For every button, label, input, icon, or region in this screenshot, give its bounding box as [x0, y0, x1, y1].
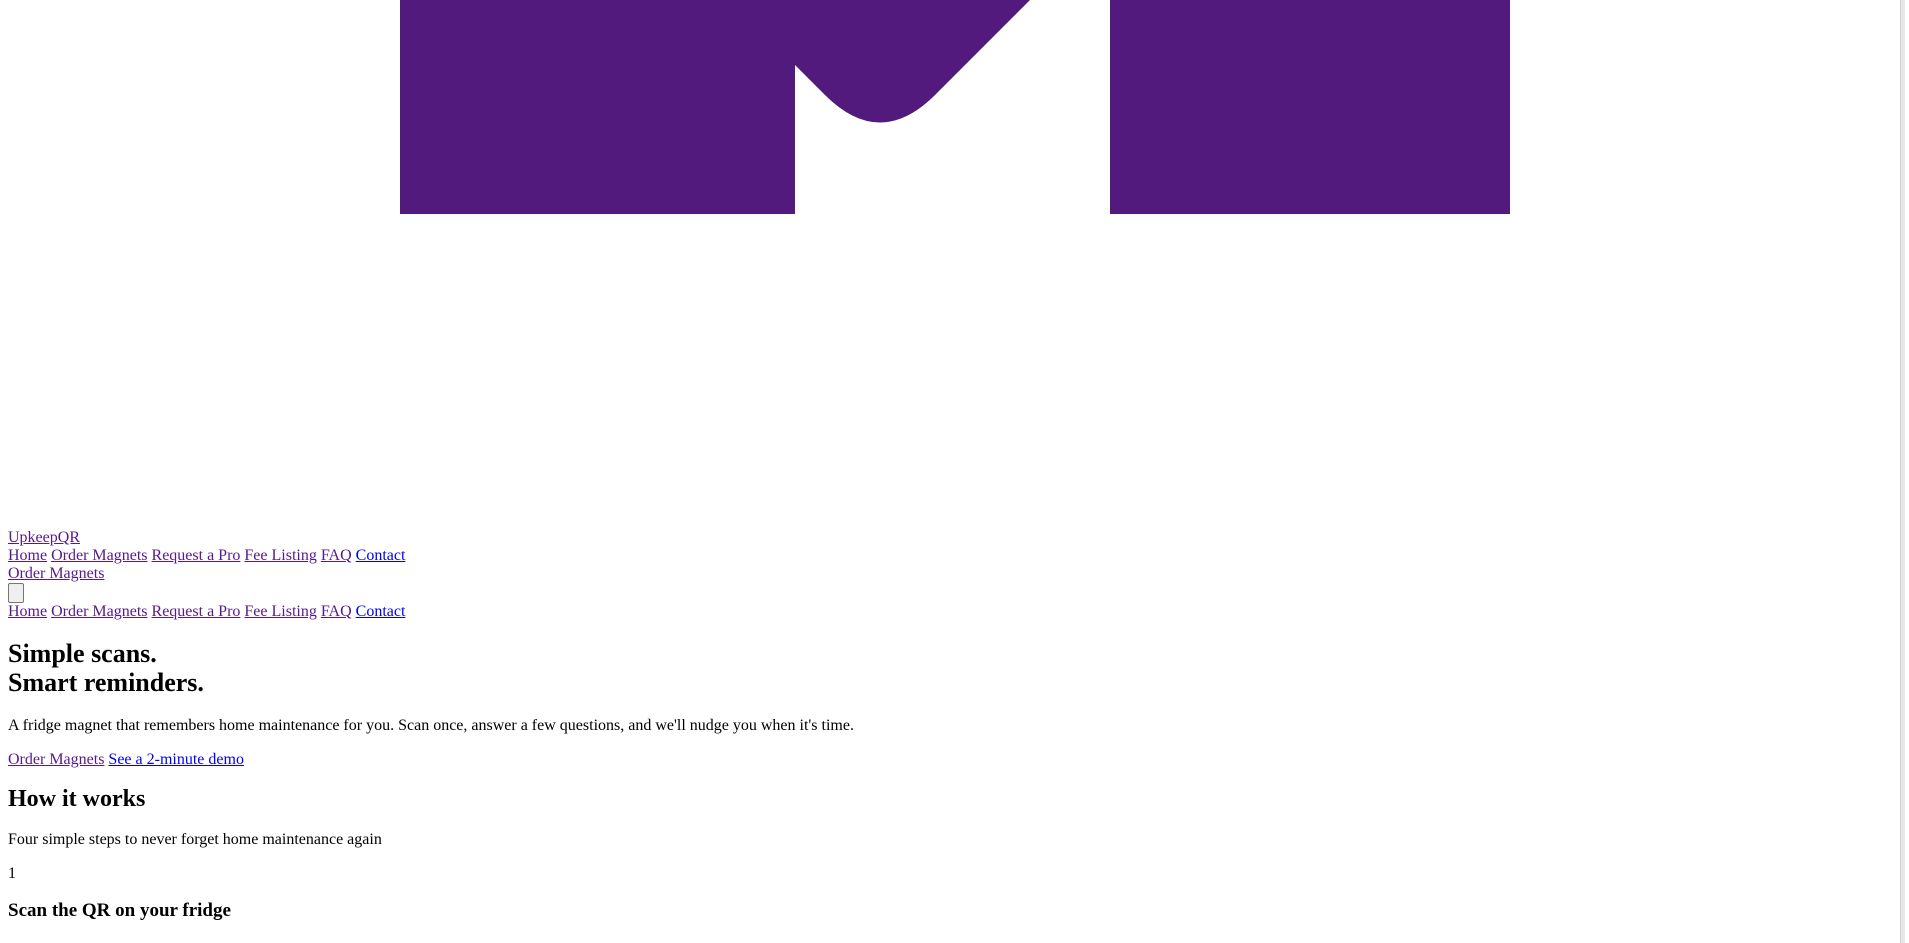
hero-order-magnets-button[interactable]: Order Magnets: [8, 751, 104, 768]
mobile-nav-link-home[interactable]: Home: [8, 603, 47, 620]
logo-right-shape: [1110, 0, 1510, 214]
mobile-nav-link-request-a-pro[interactable]: Request a Pro: [152, 603, 241, 620]
header-brand-row: UpkeepQR: [8, 529, 1897, 547]
page-scrollbar[interactable]: [1900, 0, 1905, 943]
how-it-works-heading: How it works: [8, 786, 146, 812]
hero-title: Simple scans. Smart reminders.: [8, 639, 1897, 697]
how-it-works-subtitle: Four simple steps to never forget home m…: [8, 831, 382, 848]
step-number: 1: [8, 865, 16, 882]
header-order-magnets-button[interactable]: Order Magnets: [8, 565, 104, 582]
hero-tagline: A fridge magnet that remembers home main…: [8, 717, 854, 734]
nav-link-home[interactable]: Home: [8, 547, 47, 564]
logo-left-shape: [400, 0, 1030, 214]
header-cta-row: Order Magnets: [8, 565, 1897, 583]
nav-link-fee-listing[interactable]: Fee Listing: [244, 547, 316, 564]
brand-logo-graphic: [400, 0, 1510, 214]
hero-cta-row: Order Magnets See a 2-minute demo: [8, 751, 1897, 769]
mobile-nav-link-fee-listing[interactable]: Fee Listing: [244, 603, 316, 620]
mobile-nav-link-faq[interactable]: FAQ: [321, 603, 352, 620]
nav-link-order-magnets[interactable]: Order Magnets: [51, 547, 147, 564]
mobile-nav-link-order-magnets[interactable]: Order Magnets: [51, 603, 147, 620]
hero-demo-link[interactable]: See a 2-minute demo: [108, 751, 244, 768]
primary-nav: Home Order Magnets Request a Pro Fee Lis…: [8, 547, 1897, 565]
nav-link-contact[interactable]: Contact: [356, 547, 406, 564]
brand-link[interactable]: UpkeepQR: [8, 529, 80, 546]
page: UpkeepQR Home Order Magnets Request a Pr…: [0, 0, 1905, 943]
hero-title-line-2: Smart reminders.: [8, 668, 204, 697]
step-title: Scan the QR on your fridge: [8, 900, 231, 921]
mobile-nav: Home Order Magnets Request a Pro Fee Lis…: [8, 603, 1897, 621]
nav-link-faq[interactable]: FAQ: [321, 547, 352, 564]
main-content: UpkeepQR Home Order Magnets Request a Pr…: [8, 529, 1897, 922]
hero-title-line-1: Simple scans.: [8, 639, 157, 668]
mobile-nav-link-contact[interactable]: Contact: [356, 603, 406, 620]
nav-link-request-a-pro[interactable]: Request a Pro: [152, 547, 241, 564]
hamburger-menu-icon[interactable]: [8, 583, 24, 603]
